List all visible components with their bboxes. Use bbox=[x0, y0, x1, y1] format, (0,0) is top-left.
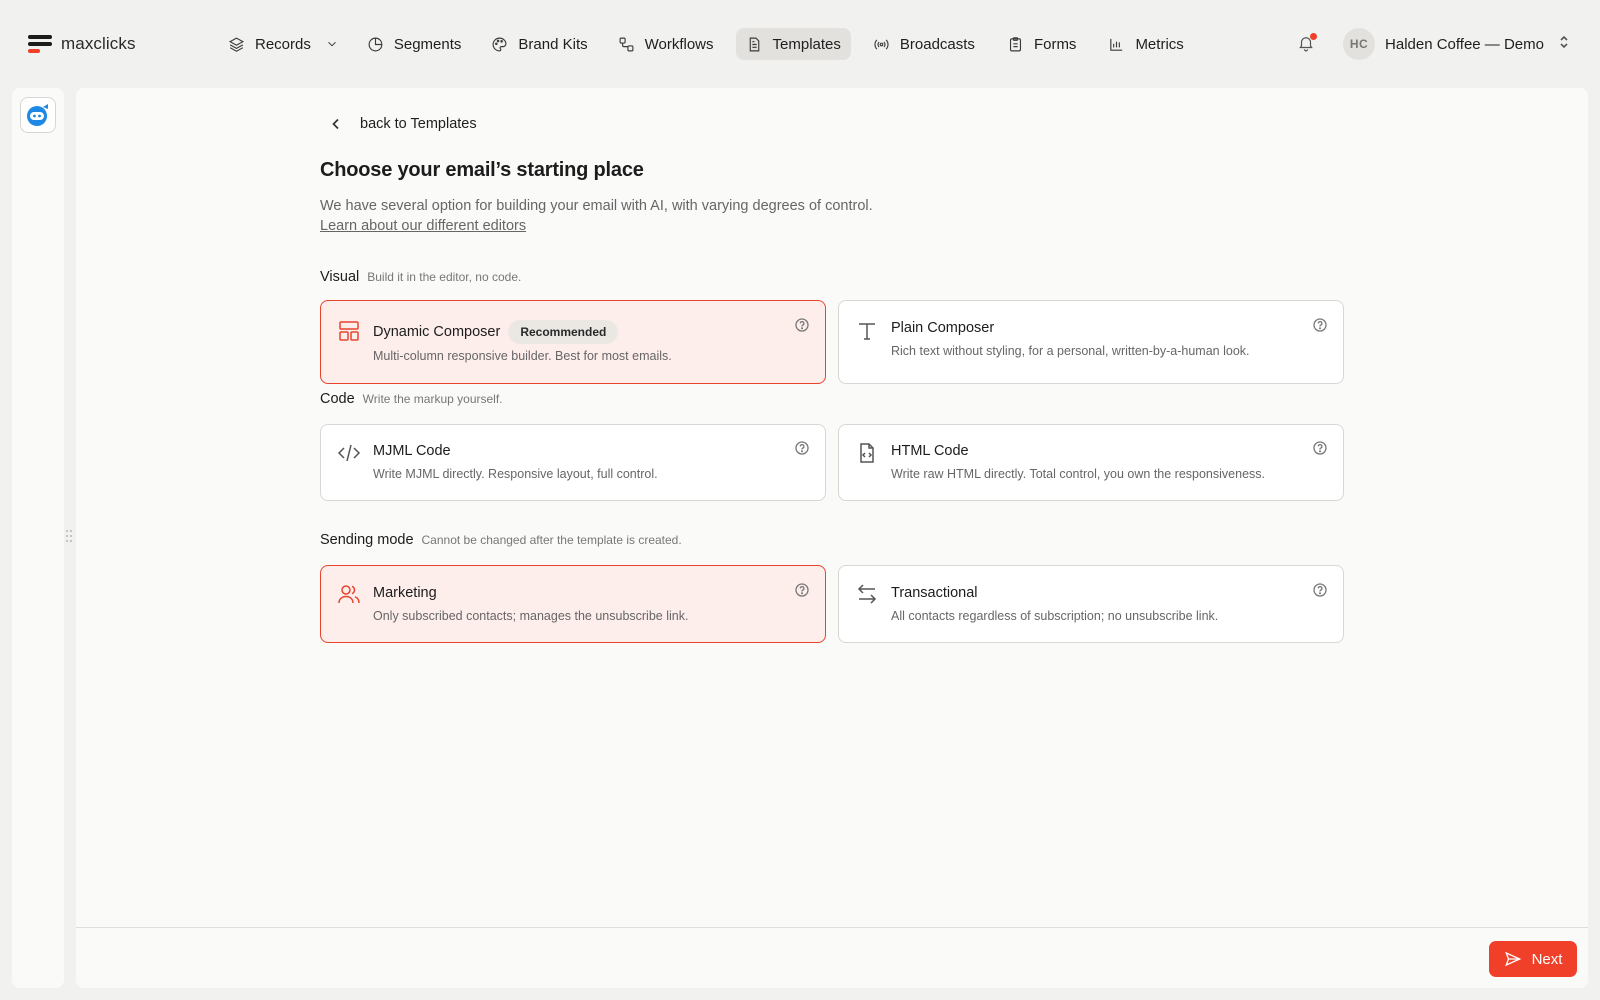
avatar[interactable]: HC bbox=[1343, 28, 1376, 60]
card-marketing[interactable]: Marketing Only subscribed contacts; mana… bbox=[320, 565, 826, 643]
card-plain-composer[interactable]: Plain Composer Rich text without styling… bbox=[838, 300, 1344, 384]
send-icon bbox=[1504, 951, 1521, 967]
layout-icon bbox=[337, 319, 361, 343]
next-button[interactable]: Next bbox=[1489, 941, 1577, 977]
text-icon bbox=[855, 319, 879, 343]
nav-metrics[interactable]: Metrics bbox=[1098, 28, 1193, 60]
card-mjml-desc: Write MJML directly. Responsive layout, … bbox=[373, 467, 658, 481]
logo-mark-icon bbox=[28, 33, 52, 55]
help-icon[interactable] bbox=[1313, 583, 1327, 597]
section-visual-name: Visual bbox=[320, 269, 360, 285]
layers-icon bbox=[228, 36, 245, 52]
card-marketing-desc: Only subscribed contacts; manages the un… bbox=[373, 609, 689, 623]
section-visual: Visual Build it in the editor, no code. bbox=[320, 269, 521, 285]
card-dynamic-title-row: Dynamic Composer Recommended bbox=[373, 320, 619, 344]
help-icon[interactable] bbox=[795, 583, 809, 597]
section-visual-hint: Build it in the editor, no code. bbox=[367, 270, 522, 284]
help-icon[interactable] bbox=[1313, 441, 1327, 455]
nav-records[interactable]: Records bbox=[218, 28, 349, 60]
card-transactional-title: Transactional bbox=[891, 585, 978, 601]
card-html-code[interactable]: HTML Code Write raw HTML directly. Total… bbox=[838, 424, 1344, 501]
card-mjml-title: MJML Code bbox=[373, 443, 451, 459]
resize-handle[interactable] bbox=[66, 530, 74, 546]
users-icon bbox=[337, 582, 361, 606]
bot-icon bbox=[27, 104, 48, 126]
card-mjml-code[interactable]: MJML Code Write MJML directly. Responsiv… bbox=[320, 424, 826, 501]
nav-broadcasts[interactable]: Broadcasts bbox=[863, 28, 985, 60]
document-icon bbox=[749, 37, 759, 51]
ai-assistant-button[interactable] bbox=[20, 97, 56, 133]
arrows-swap-icon bbox=[855, 582, 879, 606]
help-icon[interactable] bbox=[1313, 318, 1327, 332]
next-label: Next bbox=[1531, 950, 1563, 968]
back-label: back to Templates bbox=[360, 116, 477, 132]
chevron-down-icon bbox=[328, 41, 336, 47]
card-html-desc: Write raw HTML directly. Total control, … bbox=[891, 467, 1265, 481]
help-icon[interactable] bbox=[795, 318, 809, 332]
chevron-left-icon bbox=[332, 118, 339, 130]
notifications-button[interactable] bbox=[1297, 33, 1318, 54]
nav-forms[interactable]: Forms bbox=[997, 28, 1087, 60]
recommended-badge: Recommended bbox=[508, 320, 619, 344]
nav-workflows-label: Workflows bbox=[644, 35, 714, 53]
section-code: Code Write the markup yourself. bbox=[320, 391, 503, 407]
pie-chart-icon bbox=[368, 37, 383, 51]
card-dynamic-composer[interactable]: Dynamic Composer Recommended Multi-colum… bbox=[320, 300, 826, 384]
card-plain-title: Plain Composer bbox=[891, 320, 995, 336]
workflow-icon bbox=[619, 37, 634, 51]
card-marketing-title: Marketing bbox=[373, 585, 437, 601]
help-icon[interactable] bbox=[795, 441, 809, 455]
section-code-name: Code bbox=[320, 391, 355, 407]
learn-editors-link[interactable]: Learn about our different editors bbox=[320, 218, 526, 234]
side-rail bbox=[12, 88, 64, 988]
code-icon bbox=[337, 441, 361, 465]
clipboard-icon bbox=[1009, 36, 1021, 51]
section-sending-mode: Sending mode Cannot be changed after the… bbox=[320, 532, 682, 548]
notification-dot bbox=[1310, 33, 1318, 40]
nav-templates[interactable]: Templates bbox=[735, 28, 851, 60]
account-switcher-button[interactable] bbox=[1558, 35, 1570, 54]
nav-segments-label: Segments bbox=[393, 35, 462, 53]
card-dynamic-desc: Multi-column responsive builder. Best fo… bbox=[373, 349, 672, 363]
main-panel: back to Templates Choose your email’s st… bbox=[76, 88, 1588, 988]
footer-divider bbox=[76, 927, 1588, 928]
page-title: Choose your email’s starting place bbox=[320, 159, 644, 181]
card-transactional-desc: All contacts regardless of subscription;… bbox=[891, 609, 1219, 623]
back-to-templates-link[interactable]: back to Templates bbox=[330, 116, 477, 132]
chevron-up-down-icon bbox=[1560, 35, 1568, 48]
nav-forms-label: Forms bbox=[1033, 35, 1077, 53]
nav-broadcasts-label: Broadcasts bbox=[899, 35, 975, 53]
logo-text: maxclicks bbox=[61, 34, 136, 53]
nav-templates-label: Templates bbox=[772, 35, 841, 53]
card-dynamic-title: Dynamic Composer bbox=[373, 324, 501, 340]
page-subtitle: We have several option for building your… bbox=[320, 198, 873, 214]
nav-segments[interactable]: Segments bbox=[357, 28, 472, 60]
nav-records-label: Records bbox=[255, 35, 311, 53]
app-logo[interactable]: maxclicks bbox=[28, 33, 136, 55]
card-plain-desc: Rich text without styling, for a persona… bbox=[891, 344, 1250, 358]
broadcast-icon bbox=[874, 38, 889, 50]
section-code-hint: Write the markup yourself. bbox=[362, 392, 503, 406]
nav-brand-kits-label: Brand Kits bbox=[518, 35, 588, 53]
card-transactional[interactable]: Transactional All contacts regardless of… bbox=[838, 565, 1344, 643]
card-html-title: HTML Code bbox=[891, 443, 969, 459]
account-name[interactable]: Halden Coffee — Demo bbox=[1385, 36, 1544, 53]
section-sending-hint: Cannot be changed after the template is … bbox=[421, 533, 682, 547]
file-code-icon bbox=[855, 441, 879, 465]
top-bar: maxclicks Records Segments Brand Kits Wo… bbox=[0, 0, 1600, 88]
nav-brand-kits[interactable]: Brand Kits bbox=[481, 28, 597, 60]
bar-chart-icon bbox=[1110, 38, 1123, 51]
nav-metrics-label: Metrics bbox=[1135, 35, 1184, 53]
nav-workflows[interactable]: Workflows bbox=[608, 28, 724, 60]
palette-icon bbox=[492, 37, 507, 51]
main-nav: Records Segments Brand Kits Workflows Te… bbox=[218, 28, 1194, 60]
section-sending-name: Sending mode bbox=[320, 532, 414, 548]
account-area: HC Halden Coffee — Demo bbox=[1297, 28, 1570, 60]
